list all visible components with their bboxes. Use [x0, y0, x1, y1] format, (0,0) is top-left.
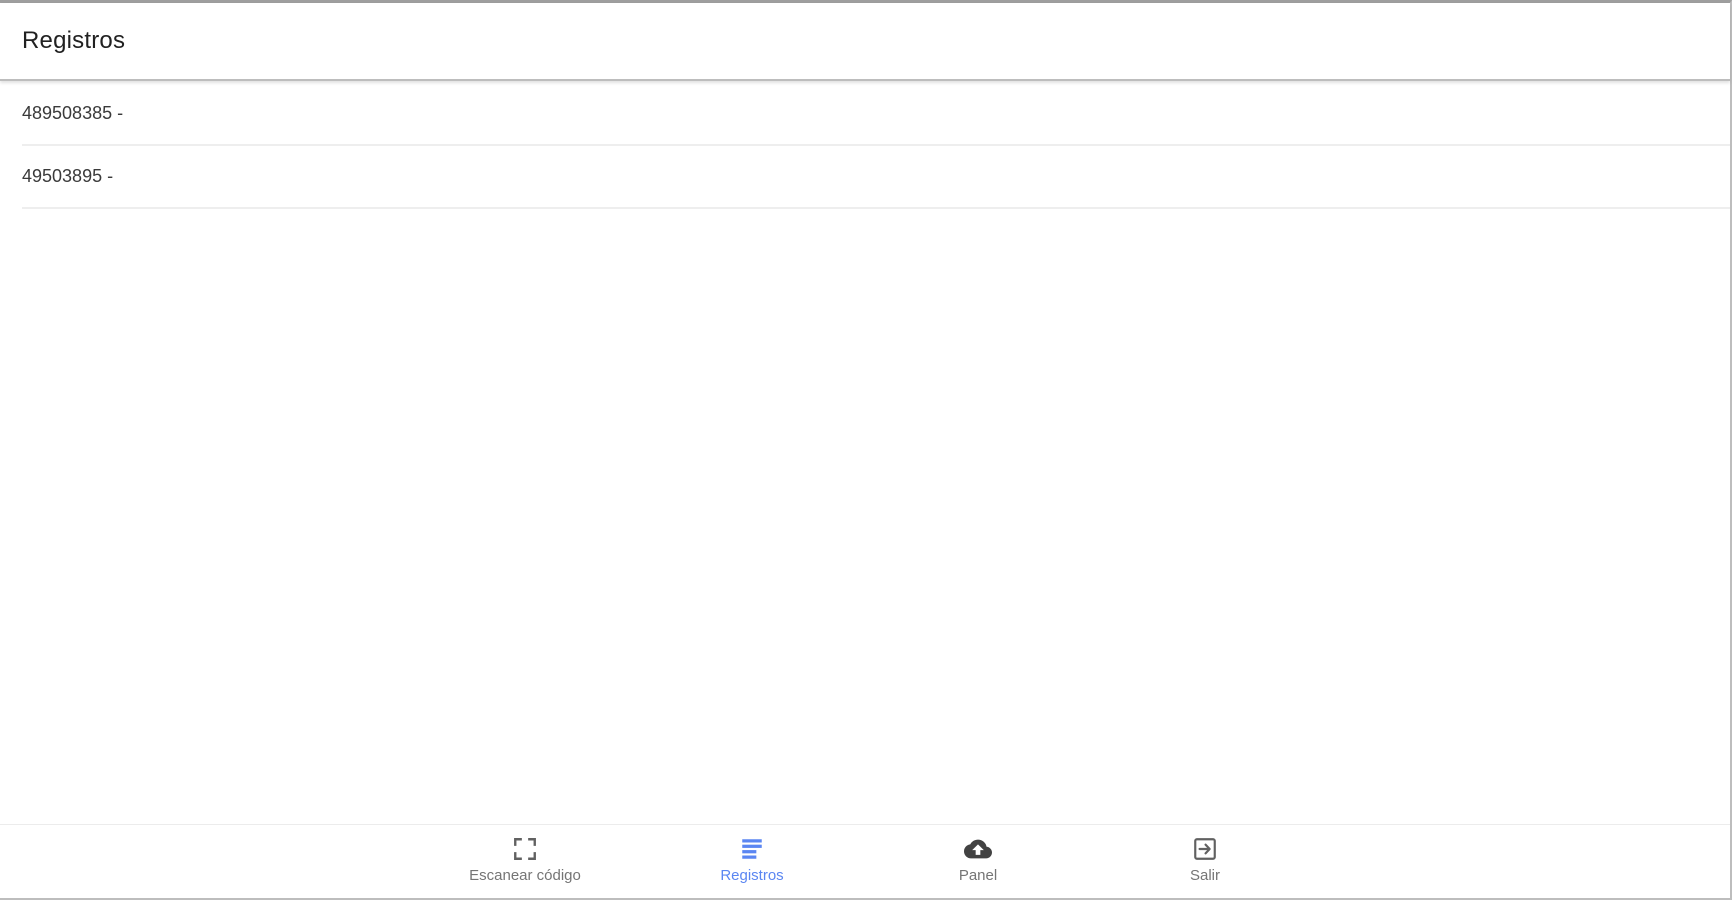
- nav-item-label: Registros: [720, 867, 784, 884]
- nav-item-panel[interactable]: Panel: [878, 835, 1078, 891]
- cloud-upload-icon: [964, 835, 992, 863]
- app-header: Registros: [0, 3, 1730, 81]
- nav-item-label: Panel: [958, 867, 998, 884]
- nav-item-logout[interactable]: Salir: [1105, 835, 1305, 891]
- logout-icon: [1191, 835, 1219, 863]
- record-item-text: 49503895 -: [22, 166, 114, 186]
- nav-item-label: Salir: [1189, 867, 1220, 884]
- scan-frame-icon: [511, 835, 539, 863]
- nav-item-label: Escanear código: [469, 867, 581, 884]
- page-title: Registros: [22, 27, 126, 54]
- record-item[interactable]: 489508385 -: [22, 83, 1730, 146]
- bottom-navigation: Escanear código Registros Panel Salir: [0, 824, 1730, 898]
- nav-item-records[interactable]: Registros: [652, 835, 852, 891]
- app-frame: Registros 489508385 - 49503895 - Escanea…: [0, 0, 1732, 900]
- list-icon: [738, 835, 766, 863]
- record-item[interactable]: 49503895 -: [22, 146, 1730, 209]
- nav-item-scan-code[interactable]: Escanear código: [425, 835, 625, 891]
- record-item-text: 489508385 -: [22, 103, 124, 123]
- records-list: 489508385 - 49503895 -: [0, 83, 1730, 209]
